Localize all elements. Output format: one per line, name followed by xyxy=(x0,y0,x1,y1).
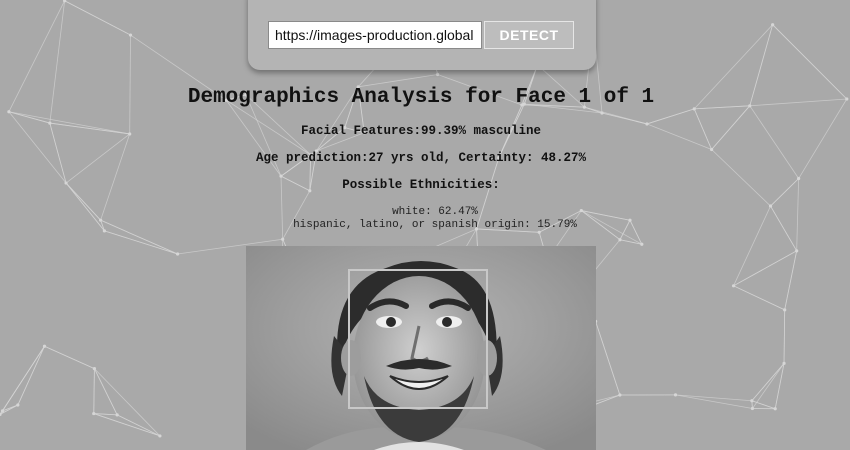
network-line xyxy=(784,250,798,310)
network-line xyxy=(798,98,848,179)
network-line xyxy=(17,346,45,406)
network-line xyxy=(8,111,50,124)
network-line xyxy=(44,345,95,369)
network-line xyxy=(93,368,95,414)
facial-features-text: Facial Features:99.39% masculine xyxy=(300,124,542,138)
network-line xyxy=(129,35,131,134)
network-line xyxy=(749,105,799,179)
network-node xyxy=(128,33,133,37)
network-line xyxy=(675,394,753,409)
ethnicity-item-hispanic: hispanic, latino, or spanish origin: 15.… xyxy=(293,219,577,231)
network-node xyxy=(750,406,755,411)
network-line xyxy=(358,74,438,88)
network-line xyxy=(733,285,785,311)
network-line xyxy=(595,321,621,396)
network-line xyxy=(8,111,67,184)
ethnicity-item-white: white: 62.47% xyxy=(392,206,478,218)
network-line xyxy=(646,108,695,125)
network-line xyxy=(584,106,648,125)
url-input[interactable] xyxy=(268,21,482,49)
network-line xyxy=(104,230,178,255)
network-line xyxy=(675,394,752,402)
network-line xyxy=(116,414,161,437)
network-node xyxy=(63,0,67,3)
network-node xyxy=(845,97,849,101)
network-line xyxy=(733,250,797,287)
network-node xyxy=(731,284,736,288)
page-title: Demographics Analysis for Face 1 of 1 xyxy=(187,86,655,109)
face-detection-box xyxy=(348,269,488,409)
age-prediction-text: Age prediction:27 yrs old, Certainty: 48… xyxy=(255,151,587,165)
network-node xyxy=(175,252,180,256)
network-line xyxy=(93,413,161,437)
network-line xyxy=(64,0,131,36)
network-line xyxy=(751,363,785,402)
detect-button[interactable]: DETECT xyxy=(484,21,574,49)
network-node xyxy=(673,393,678,397)
network-line xyxy=(94,368,118,416)
network-line xyxy=(2,346,45,412)
network-node xyxy=(537,230,541,234)
network-line xyxy=(94,368,161,437)
network-node xyxy=(42,344,47,348)
network-line xyxy=(783,309,786,364)
network-node xyxy=(92,411,96,416)
ethnicities-heading: Possible Ethnicities: xyxy=(342,178,500,192)
